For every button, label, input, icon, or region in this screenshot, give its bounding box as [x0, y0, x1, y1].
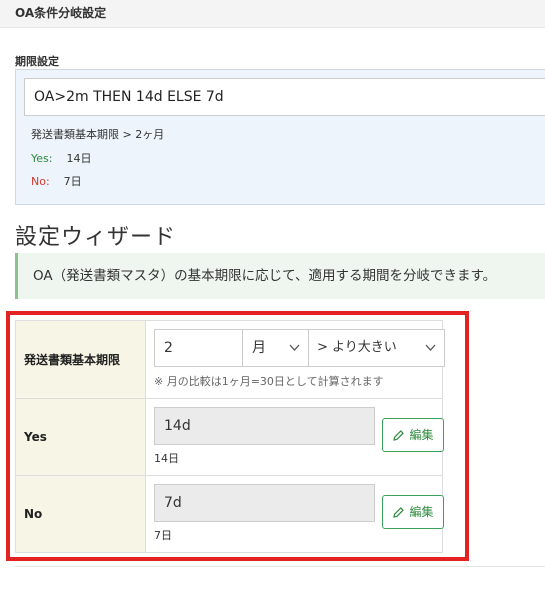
period-section-label: 期限設定: [15, 55, 59, 68]
expression-field[interactable]: OA>2m THEN 14d ELSE 7d: [24, 78, 545, 116]
comparator-select[interactable]: > より大きい: [308, 329, 445, 367]
no-edit-button[interactable]: 編集: [382, 495, 444, 529]
no-value-field: 7d: [154, 484, 375, 522]
condition-text: 発送書類基本期限 > 2ヶ月: [31, 128, 165, 141]
wizard-title: 設定ウィザード: [15, 225, 177, 250]
month-comparison-hint: ※ 月の比較は1ヶ月=30日として計算されます: [154, 375, 384, 388]
no-key: No:: [31, 175, 50, 188]
page-title: OA条件分岐設定: [15, 6, 107, 20]
pencil-icon: [393, 507, 405, 518]
no-edit-label: 編集: [409, 505, 434, 519]
yes-summary: Yes: 14日: [31, 150, 91, 166]
info-message: OA（発送書類マスタ）の基本期限に応じて、適用する期間を分岐できます。: [15, 253, 545, 299]
no-summary: No: 7日: [31, 173, 82, 189]
yes-row: Yes 14d 14日 編集: [15, 398, 444, 476]
no-value: 7日: [63, 175, 82, 188]
yes-value-field: 14d: [154, 407, 375, 445]
yes-value-caption: 14日: [154, 452, 179, 465]
period-summary-panel: OA>2m THEN 14d ELSE 7d 発送書類基本期限 > 2ヶ月 Ye…: [15, 69, 545, 205]
no-value-caption: 7日: [154, 529, 172, 542]
condition-row-label: 発送書類基本期限: [15, 320, 146, 399]
yes-row-label: Yes: [15, 398, 146, 476]
unit-select-value: 月: [252, 340, 266, 356]
yes-edit-button[interactable]: 編集: [382, 418, 444, 452]
comparator-select-value: > より大きい: [317, 340, 397, 355]
no-row-label: No: [15, 475, 146, 553]
chevron-down-icon: [425, 330, 436, 380]
no-row: No 7d 7日 編集: [15, 475, 444, 553]
threshold-number-input[interactable]: 2: [154, 329, 243, 367]
yes-key: Yes:: [31, 152, 53, 165]
condition-row: 発送書類基本期限 2 月 > より大きい ※ 月の比較は1ヶ月=30日として計算…: [15, 320, 445, 399]
pencil-icon: [393, 430, 405, 441]
unit-select[interactable]: 月: [242, 329, 309, 367]
yes-edit-label: 編集: [409, 428, 434, 442]
yes-value: 14日: [66, 152, 92, 165]
header-bar: OA条件分岐設定: [0, 0, 545, 28]
divider: [15, 566, 545, 567]
wizard-form-table: 発送書類基本期限 2 月 > より大きい ※ 月の比較は1ヶ月=30日として計算…: [15, 320, 445, 553]
